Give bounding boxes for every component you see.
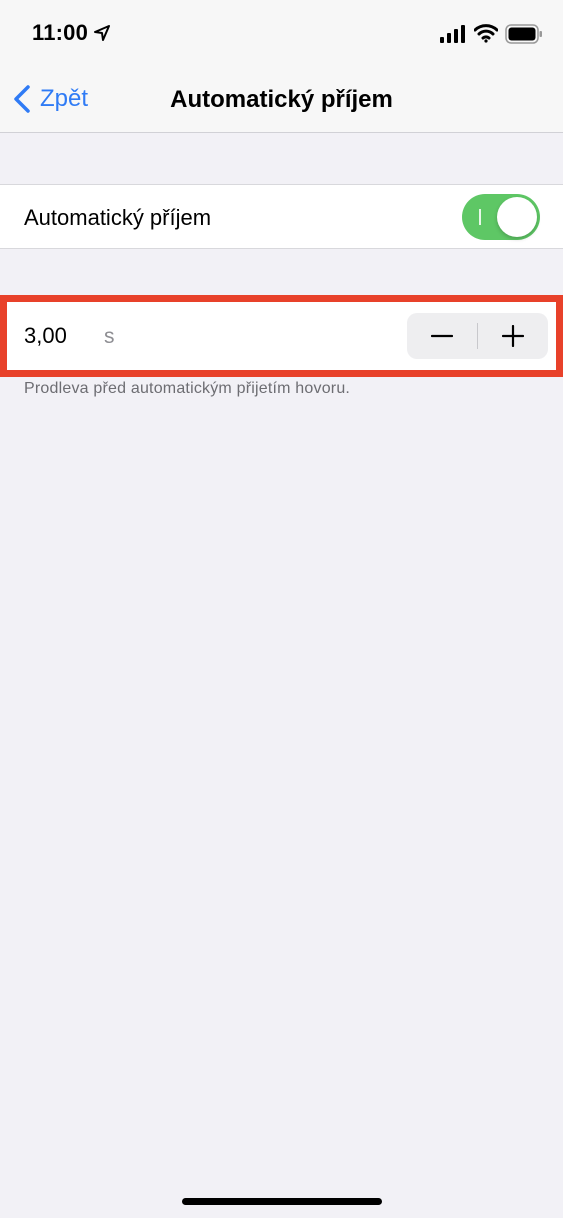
status-time: 11:00: [32, 20, 89, 45]
page-title: Automatický příjem: [170, 86, 393, 113]
auto-answer-row: Automatický příjem: [0, 184, 563, 249]
toggle-knob: [497, 197, 537, 237]
wifi-icon: [474, 24, 498, 43]
delay-footnote: Prodleva před automatickým přijetím hovo…: [24, 380, 351, 397]
delay-stepper: [407, 313, 548, 359]
battery-icon: [505, 24, 542, 44]
delay-unit: s: [104, 325, 115, 348]
location-arrow-icon: [94, 25, 110, 41]
minus-icon: [431, 334, 453, 338]
auto-answer-toggle[interactable]: [462, 194, 540, 240]
toggle-on-indicator: [479, 209, 481, 225]
home-indicator[interactable]: [182, 1198, 382, 1205]
status-bar: 11:00: [0, 0, 563, 66]
navigation-bar: Zpět Automatický příjem: [0, 66, 563, 133]
auto-answer-label: Automatický příjem: [24, 205, 212, 230]
delay-value: 3,00: [24, 323, 67, 348]
cellular-signal-icon: [440, 25, 465, 43]
increment-button[interactable]: [478, 313, 548, 359]
delay-stepper-row: 3,00 s: [7, 302, 556, 370]
decrement-button[interactable]: [407, 313, 477, 359]
plus-icon: [502, 325, 524, 347]
